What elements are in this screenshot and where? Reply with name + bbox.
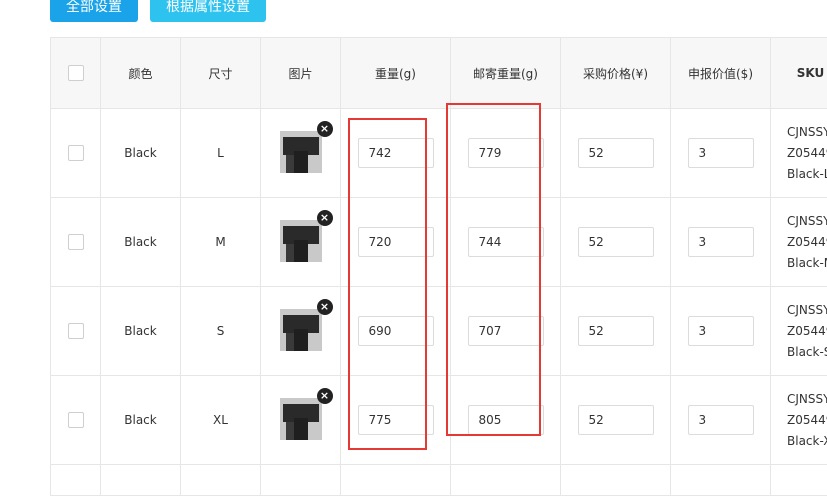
remove-image-icon[interactable]: × bbox=[317, 121, 333, 137]
shipping-weight-cell: 707 bbox=[451, 287, 561, 376]
weight-input[interactable]: 742 bbox=[358, 138, 434, 168]
select-all-checkbox[interactable] bbox=[68, 65, 84, 81]
weight-input[interactable]: 690 bbox=[358, 316, 434, 346]
declared-value-input[interactable]: 3 bbox=[688, 316, 754, 346]
declared-value-cell: 3 bbox=[671, 198, 771, 287]
sku-line: Black-M bbox=[787, 253, 827, 274]
row-checkbox[interactable] bbox=[68, 412, 84, 428]
select-all-cell bbox=[51, 38, 101, 109]
product-thumbnail[interactable]: × bbox=[280, 309, 322, 351]
purchase-price-cell: 52 bbox=[561, 198, 671, 287]
purchase-price-input[interactable]: 52 bbox=[578, 138, 654, 168]
table-row: Black M × 720 744 52 3 CJNSSY Z bbox=[51, 198, 827, 287]
image-cell: × bbox=[261, 109, 341, 198]
variant-table: 颜色 尺寸 图片 重量(g) 邮寄重量(g) 采购价格(¥) 申报价值($) S… bbox=[50, 37, 827, 497]
header-image: 图片 bbox=[261, 38, 341, 109]
product-image bbox=[280, 398, 322, 440]
product-thumbnail[interactable]: × bbox=[280, 131, 322, 173]
header-sku: SKU bbox=[771, 38, 827, 109]
sku-line: Black-L bbox=[787, 164, 827, 185]
table-header-row: 颜色 尺寸 图片 重量(g) 邮寄重量(g) 采购价格(¥) 申报价值($) S… bbox=[51, 38, 827, 109]
weight-cell: 775 bbox=[341, 376, 451, 465]
declared-value-cell: 3 bbox=[671, 109, 771, 198]
sku-line: Black-S bbox=[787, 342, 827, 363]
row-select-cell bbox=[51, 287, 101, 376]
declared-value-input[interactable]: 3 bbox=[688, 405, 754, 435]
weight-input[interactable]: 720 bbox=[358, 227, 434, 257]
product-image bbox=[280, 309, 322, 351]
header-declared-value: 申报价值($) bbox=[671, 38, 771, 109]
sku-line: Z05449 bbox=[787, 143, 827, 164]
product-image bbox=[280, 220, 322, 262]
remove-image-icon[interactable]: × bbox=[317, 388, 333, 404]
color-cell: Black bbox=[101, 109, 181, 198]
shipping-weight-input[interactable]: 744 bbox=[468, 227, 544, 257]
attribute-settings-button[interactable]: 根据属性设置 bbox=[150, 0, 266, 22]
shipping-weight-input[interactable]: 707 bbox=[468, 316, 544, 346]
product-image bbox=[280, 131, 322, 173]
sku-line: CJNSSY bbox=[787, 211, 827, 232]
header-color: 颜色 bbox=[101, 38, 181, 109]
sku-cell: CJNSSY Z05449 Black-S bbox=[771, 287, 827, 376]
color-cell: Black bbox=[101, 376, 181, 465]
header-size: 尺寸 bbox=[181, 38, 261, 109]
header-purchase-price: 采购价格(¥) bbox=[561, 38, 671, 109]
shipping-weight-input[interactable]: 805 bbox=[468, 405, 544, 435]
declared-value-cell: 3 bbox=[671, 376, 771, 465]
image-cell: × bbox=[261, 287, 341, 376]
weight-cell: 720 bbox=[341, 198, 451, 287]
sku-line: Z05449 bbox=[787, 321, 827, 342]
purchase-price-input[interactable]: 52 bbox=[578, 227, 654, 257]
shipping-weight-cell: 744 bbox=[451, 198, 561, 287]
color-cell: Black bbox=[101, 287, 181, 376]
remove-image-icon[interactable]: × bbox=[317, 299, 333, 315]
remove-image-icon[interactable]: × bbox=[317, 210, 333, 226]
header-weight: 重量(g) bbox=[341, 38, 451, 109]
weight-input[interactable]: 775 bbox=[358, 405, 434, 435]
declared-value-input[interactable]: 3 bbox=[688, 227, 754, 257]
sku-line: CJNSSY bbox=[787, 389, 827, 410]
table-row: Black S × 690 707 52 3 CJNSSY Z bbox=[51, 287, 827, 376]
header-shipping-weight: 邮寄重量(g) bbox=[451, 38, 561, 109]
sku-cell: CJNSSY Z05449 Black-M bbox=[771, 198, 827, 287]
row-select-cell bbox=[51, 376, 101, 465]
row-checkbox[interactable] bbox=[68, 323, 84, 339]
size-cell: XL bbox=[181, 376, 261, 465]
sku-line: Black-X bbox=[787, 431, 827, 452]
weight-cell: 690 bbox=[341, 287, 451, 376]
shipping-weight-cell: 805 bbox=[451, 376, 561, 465]
sku-cell: CJNSSY Z05449 Black-X bbox=[771, 376, 827, 465]
sku-line: CJNSSY bbox=[787, 300, 827, 321]
shipping-weight-input[interactable]: 779 bbox=[468, 138, 544, 168]
size-cell: M bbox=[181, 198, 261, 287]
product-thumbnail[interactable]: × bbox=[280, 220, 322, 262]
row-select-cell bbox=[51, 198, 101, 287]
row-checkbox[interactable] bbox=[68, 234, 84, 250]
shipping-weight-cell: 779 bbox=[451, 109, 561, 198]
size-cell: S bbox=[181, 287, 261, 376]
sku-line: CJNSSY bbox=[787, 122, 827, 143]
declared-value-input[interactable]: 3 bbox=[688, 138, 754, 168]
table-row: Black L × 742 779 52 3 CJNSSY Z bbox=[51, 109, 827, 198]
row-checkbox[interactable] bbox=[68, 145, 84, 161]
sku-line: Z05449 bbox=[787, 232, 827, 253]
table-row bbox=[51, 465, 827, 496]
purchase-price-input[interactable]: 52 bbox=[578, 316, 654, 346]
color-cell: Black bbox=[101, 198, 181, 287]
size-cell: L bbox=[181, 109, 261, 198]
product-thumbnail[interactable]: × bbox=[280, 398, 322, 440]
row-select-cell bbox=[51, 109, 101, 198]
sku-line: Z05449 bbox=[787, 410, 827, 431]
sku-cell: CJNSSY Z05449 Black-L bbox=[771, 109, 827, 198]
purchase-price-cell: 52 bbox=[561, 109, 671, 198]
all-settings-button[interactable]: 全部设置 bbox=[50, 0, 138, 22]
purchase-price-cell: 52 bbox=[561, 287, 671, 376]
image-cell: × bbox=[261, 198, 341, 287]
table-row: Black XL × 775 805 52 3 CJNSSY bbox=[51, 376, 827, 465]
weight-cell: 742 bbox=[341, 109, 451, 198]
purchase-price-input[interactable]: 52 bbox=[578, 405, 654, 435]
image-cell: × bbox=[261, 376, 341, 465]
declared-value-cell: 3 bbox=[671, 287, 771, 376]
purchase-price-cell: 52 bbox=[561, 376, 671, 465]
